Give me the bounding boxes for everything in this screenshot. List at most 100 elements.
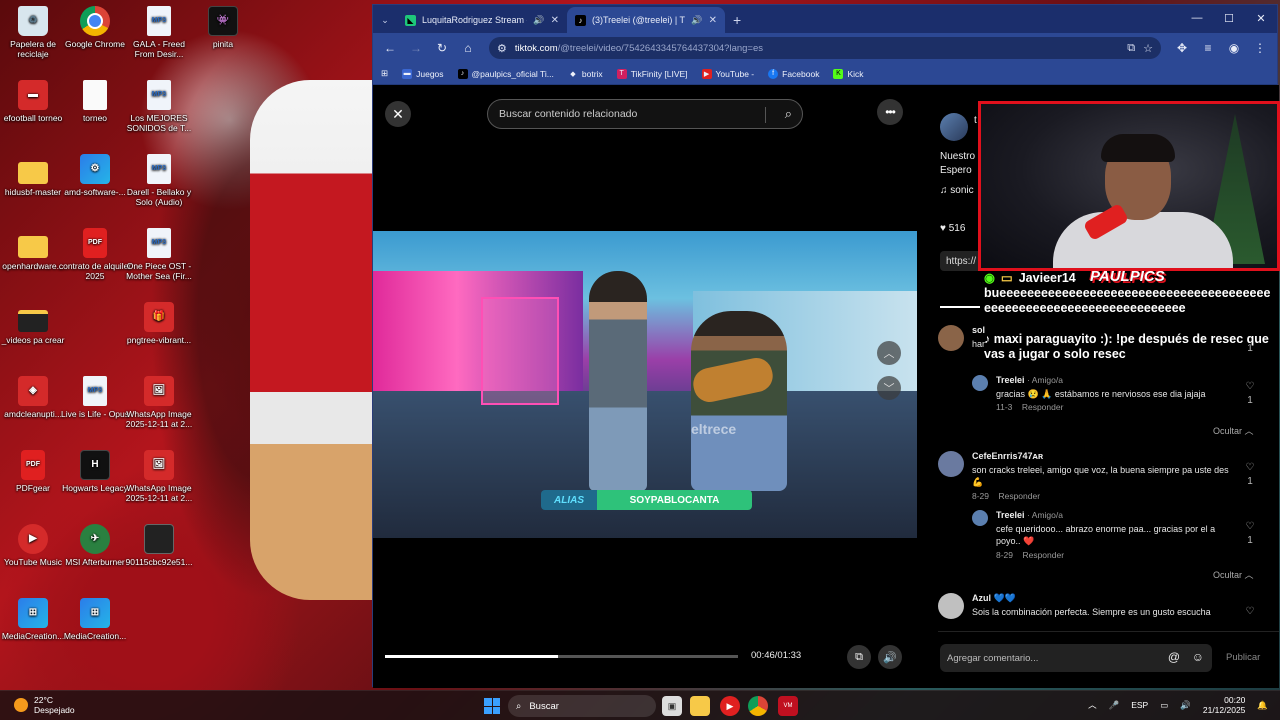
close-viewer-button[interactable]: ✕ (385, 101, 411, 127)
desktop-icon-pinita[interactable]: 👾 pinita (186, 6, 260, 49)
desktop-icon-contrato[interactable]: PDF contrato de alquiler 2025 (58, 228, 132, 281)
emoji-icon[interactable]: ☺ (1192, 650, 1204, 664)
bookmark-kick[interactable]: K Kick (833, 68, 864, 79)
notifications-icon[interactable]: 🔔 (1257, 700, 1268, 711)
desktop-icon-torneo[interactable]: torneo (58, 80, 132, 123)
clock[interactable]: 00:20 21/12/2025 (1203, 695, 1246, 715)
desktop-icon-whatsapp-image-2[interactable]: 🖼 WhatsApp Image 2025-12-11 at 2... (122, 450, 196, 503)
desktop-icon-one-piece[interactable]: MP3 One Piece OST - Mother Sea (Fir... (122, 228, 196, 281)
desktop-icon-amd-software[interactable]: ⚙ amd-software-... (58, 154, 132, 197)
home-icon[interactable]: ⌂ (457, 37, 479, 59)
language-indicator[interactable]: ESP (1131, 700, 1148, 710)
tab-tiktok[interactable]: ♪ (3)Treelei (@treelei) | TikTok 🔊 ✕ (567, 7, 725, 33)
more-options-button[interactable]: ••• (877, 99, 903, 125)
youtube-music-taskbar-icon[interactable]: ▶ (720, 696, 740, 716)
avatar[interactable] (972, 375, 988, 391)
forward-icon[interactable]: → (405, 37, 427, 59)
hide-replies-link[interactable]: Ocultar ︿ (1213, 568, 1254, 581)
chrome-taskbar-icon[interactable] (748, 696, 768, 716)
desktop-icon-hogwarts[interactable]: H Hogwarts Legacy (58, 450, 132, 493)
reply-link[interactable]: Responder (1022, 550, 1064, 560)
like-count[interactable]: ♥ 516 (940, 223, 965, 234)
microphone-icon[interactable]: 🎤 (1109, 700, 1120, 711)
start-button[interactable] (484, 698, 500, 714)
video-progress-bar[interactable] (385, 655, 738, 658)
media-icon[interactable]: ≡ (1197, 37, 1219, 59)
desktop-icon-chrome[interactable]: Google Chrome (58, 6, 132, 49)
hide-replies-link[interactable]: Ocultar ︿ (1213, 424, 1254, 437)
avatar[interactable] (972, 510, 988, 526)
comments-tab-indicator (940, 306, 980, 308)
post-button[interactable]: Publicar (1226, 652, 1260, 663)
desktop-icon-mediacreation-2[interactable]: ⊞ MediaCreation... (58, 598, 132, 641)
file-explorer-icon[interactable] (690, 696, 710, 716)
bookmark-juegos[interactable]: ▬ Juegos (402, 68, 444, 79)
taskbar: 22°C Despejado ⌕ Buscar ▣ ▶ VM ︿ 🎤 ESP ▭ 🔊… (0, 690, 1280, 720)
heart-icon[interactable]: ♡ (1243, 462, 1257, 473)
desktop-icon-gala[interactable]: MP3 GALA - Freed From Desir... (122, 6, 196, 59)
apps-icon[interactable]: ⊞ (381, 68, 388, 79)
tray-overflow-icon[interactable]: ︿ (1088, 699, 1097, 711)
cast-icon[interactable]: ⧉ (1127, 42, 1135, 55)
bookmark-paulpics[interactable]: ♪ @paulpics_oficial Ti... (457, 68, 554, 79)
network-icon[interactable]: ▭ (1160, 700, 1168, 711)
bookmark-star-icon[interactable]: ☆ (1143, 42, 1153, 55)
back-icon[interactable]: ← (379, 37, 401, 59)
taskbar-search[interactable]: ⌕ Buscar (508, 695, 656, 717)
close-tab-icon[interactable]: ✕ (709, 15, 717, 26)
heart-icon[interactable]: ♡ (1243, 606, 1257, 617)
maximize-icon[interactable]: ☐ (1213, 5, 1245, 31)
related-search-input[interactable]: Buscar contenido relacionado ⌕ (487, 99, 803, 129)
desktop-icon-darell[interactable]: MP3 Darell - Bellako y Solo (Audio) (122, 154, 196, 207)
speaker-icon: 🔊 (533, 14, 545, 25)
close-tab-icon[interactable]: ✕ (551, 15, 559, 26)
menu-icon[interactable]: ⋮ (1249, 37, 1271, 59)
video-player[interactable]: eltrece ALIAS SOYPABLOCANTA (373, 231, 917, 538)
bookmark-botrix[interactable]: ◆ botrix (568, 69, 603, 79)
volume-button[interactable]: 🔊 (878, 645, 902, 669)
avatar[interactable] (938, 593, 964, 619)
author-name[interactable]: t (974, 115, 977, 126)
desktop-icon-msi-afterburner[interactable]: ✈ MSI Afterburner (58, 524, 132, 567)
sound-link[interactable]: ♫ sonic (940, 185, 974, 196)
avatar[interactable] (938, 451, 964, 477)
pip-button[interactable]: ⧉ (847, 645, 871, 669)
minimize-icon[interactable]: — (1181, 5, 1213, 31)
bookmark-tikfinity[interactable]: T TikFinity [LIVE] (616, 68, 688, 79)
desktop-icon-90115[interactable]: 90115cbc92e51... (122, 524, 196, 567)
site-info-icon[interactable]: ⚙ (497, 42, 507, 55)
desktop-icon-pngtree[interactable]: 🎁 pngtree-vibrant... (122, 302, 196, 345)
tiktok-icon: ♪ (575, 14, 586, 26)
close-window-icon[interactable]: ✕ (1245, 5, 1277, 31)
desktop-icon-mejores-sonidos[interactable]: MP3 Los MEJORES SONIDOS de T... (122, 80, 196, 133)
desktop-icon-whatsapp-image-1[interactable]: 🖼 WhatsApp Image 2025-12-11 at 2... (122, 376, 196, 429)
reply-link[interactable]: Responder (1022, 402, 1064, 412)
bookmark-facebook[interactable]: f Facebook (768, 68, 819, 79)
heart-icon[interactable]: ♡ (1243, 521, 1257, 532)
new-tab-button[interactable]: + (725, 7, 749, 33)
next-video-button[interactable]: ﹀ (877, 376, 901, 400)
author-avatar[interactable] (940, 113, 968, 141)
reload-icon[interactable]: ↻ (431, 37, 453, 59)
reply-link[interactable]: Responder (998, 491, 1040, 501)
avatar[interactable] (938, 325, 964, 351)
volume-icon[interactable]: 🔊 (1180, 700, 1191, 711)
tab-search-button[interactable]: ⌄ (373, 7, 397, 33)
comment-input[interactable]: Agregar comentario... @ ☺ (940, 644, 1212, 672)
voicemeeter-icon[interactable]: VM (778, 696, 798, 716)
desktop-icon-live-is-life[interactable]: MP3 Live is Life - Opus (58, 376, 132, 419)
tab-twitch[interactable]: ◣ LuquitaRodriguez Stream - 🔊 ✕ (397, 7, 567, 33)
heart-icon[interactable]: ♡ (1243, 381, 1257, 392)
task-view-icon[interactable]: ▣ (662, 696, 682, 716)
profile-icon[interactable]: ◉ (1223, 37, 1245, 59)
weather-widget[interactable]: 22°C Despejado (14, 695, 75, 715)
mention-icon[interactable]: @ (1168, 650, 1180, 664)
previous-video-button[interactable]: ︿ (877, 341, 901, 365)
search-icon[interactable]: ⌕ (785, 106, 792, 122)
windows-installer-icon: ⊞ (18, 598, 48, 628)
bookmark-youtube[interactable]: ▶ YouTube - (701, 68, 754, 79)
video-caption-bar: ALIAS SOYPABLOCANTA (541, 490, 752, 510)
desktop-icon-videos-pa-crear[interactable]: _videos pa crear (0, 302, 70, 345)
address-bar[interactable]: ⚙ tiktok.com/@treelei/video/754264334576… (489, 37, 1161, 59)
extensions-icon[interactable]: ✥ (1171, 37, 1193, 59)
